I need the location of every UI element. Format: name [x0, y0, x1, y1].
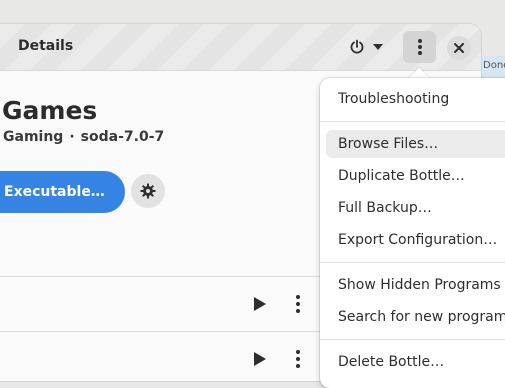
- header-bar: Details: [0, 24, 481, 71]
- program-row: [0, 277, 320, 331]
- kebab-icon: [417, 39, 422, 55]
- menu-item-delete-bottle[interactable]: Delete Bottle…: [326, 348, 505, 376]
- run-executable-button[interactable]: Executable…: [0, 171, 125, 213]
- gear-icon: [140, 183, 156, 199]
- meta-separator: ·: [69, 129, 75, 145]
- power-menu-button[interactable]: [344, 31, 390, 63]
- header-title: Details: [18, 38, 74, 54]
- menu-separator: [320, 121, 505, 122]
- menu-item-search-new-programs[interactable]: Search for new programs: [326, 303, 505, 331]
- kebab-icon[interactable]: [292, 294, 304, 314]
- background-window-strip: Done: [480, 56, 505, 78]
- bottle-environment: Gaming: [3, 129, 64, 145]
- bottle-runner: soda-7.0-7: [80, 129, 165, 145]
- bottle-name: Games: [2, 96, 98, 125]
- chevron-down-icon: [373, 44, 383, 50]
- main-menu-popover: Troubleshooting Browse Files… Duplicate …: [320, 78, 505, 388]
- menu-item-duplicate-bottle[interactable]: Duplicate Bottle…: [326, 162, 505, 190]
- menu-item-show-hidden-programs[interactable]: Show Hidden Programs: [326, 271, 505, 299]
- menu-separator: [320, 339, 505, 340]
- menu-item-export-configuration[interactable]: Export Configuration…: [326, 226, 505, 254]
- menu-separator: [320, 262, 505, 263]
- menu-item-troubleshooting[interactable]: Troubleshooting: [326, 85, 505, 113]
- kebab-icon[interactable]: [292, 349, 304, 369]
- menu-item-browse-files[interactable]: Browse Files…: [326, 130, 505, 158]
- play-icon[interactable]: [253, 296, 267, 312]
- power-icon: [350, 39, 364, 54]
- program-row: [0, 332, 320, 381]
- run-settings-button[interactable]: [131, 174, 165, 208]
- close-icon: [454, 43, 464, 53]
- main-menu-button[interactable]: [403, 31, 436, 63]
- background-done-label: Done: [483, 60, 505, 71]
- play-icon[interactable]: [253, 351, 267, 367]
- bottle-meta: Gaming · soda-7.0-7: [3, 129, 164, 145]
- run-executable-label: Executable…: [4, 184, 105, 200]
- close-button[interactable]: [447, 36, 471, 60]
- menu-item-full-backup[interactable]: Full Backup…: [326, 194, 505, 222]
